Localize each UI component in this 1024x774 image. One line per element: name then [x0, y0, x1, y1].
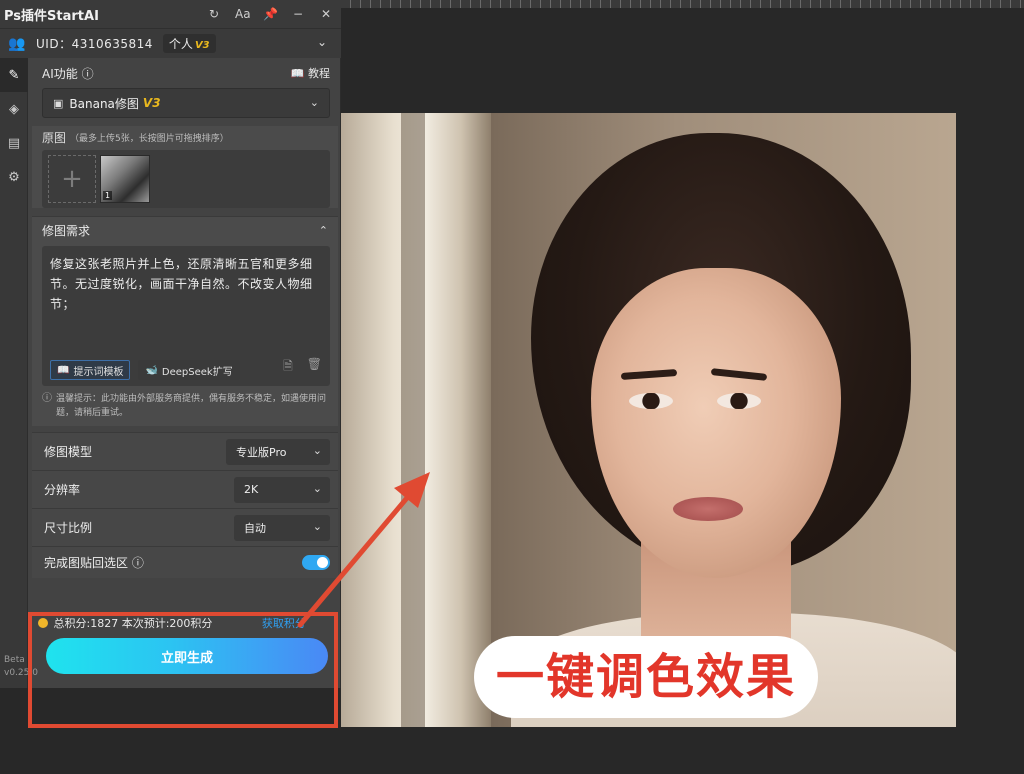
chevron-down-icon: ⌄	[309, 96, 319, 109]
horizontal-ruler	[340, 0, 1024, 8]
uid-label: UID：4310635814	[36, 37, 153, 51]
ai-function-label: AI功能	[42, 66, 78, 81]
resolution-select[interactable]: 2K ⌄	[234, 476, 330, 503]
pin-icon[interactable]: 📌	[263, 4, 278, 24]
photo-eye-right	[717, 393, 761, 409]
tier-label: 个人	[168, 37, 193, 51]
panel-sidebar: ✎ ◈ ▤ ⚙	[0, 58, 28, 688]
ai-function-select[interactable]: ▣ Banana修图 V3 ⌄	[42, 88, 330, 118]
requirement-label: 修图需求	[42, 224, 91, 238]
tip-text: 温馨提示：此功能由外部服务商提供，偶有服务不稳定，如遇使用问题，请稍后重试。	[56, 394, 327, 418]
ai-function-header: AI功能 ⓘ 📖 教程	[32, 60, 338, 86]
chevron-down-icon: ⌄	[312, 481, 322, 495]
book-icon: 📖	[57, 364, 70, 376]
model-label: 修图模型	[44, 445, 93, 459]
layers-icon[interactable]: ◈	[0, 92, 28, 126]
original-label: 原图	[42, 130, 67, 145]
deepseek-label: DeepSeek扩写	[161, 366, 233, 378]
panel-content: AI功能 ⓘ 📖 教程 ▣ Banana修图 V3 ⌄ 原图 （最多上传5张，长…	[32, 60, 338, 578]
requirement-section: 修图需求 ⌃ 修复这张老照片并上色，还原清晰五官和更多细节。无过度锐化，画面干净…	[32, 216, 338, 426]
tier-badge: 个人 V3	[162, 34, 216, 53]
requirement-text: 修复这张老照片并上色，还原清晰五官和更多细节。无过度锐化，画面干净自然。不改变人…	[50, 257, 313, 311]
canvas-photo	[341, 113, 956, 727]
paste-back-toggle[interactable]	[302, 555, 330, 570]
requirement-textarea[interactable]: 修复这张老照片并上色，还原清晰五官和更多细节。无过度锐化，画面干净自然。不改变人…	[42, 246, 330, 386]
ai-function-value: Banana修图	[69, 96, 139, 111]
model-select[interactable]: 专业版Pro ⌄	[226, 438, 330, 465]
image-icon: ▣	[53, 96, 64, 110]
settings-icon[interactable]: ⚙	[0, 160, 28, 194]
service-tip: ⓘ 温馨提示：此功能由外部服务商提供，偶有服务不稳定，如遇使用问题，请稍后重试。	[42, 392, 330, 420]
history-icon[interactable]: 🗎	[283, 357, 293, 378]
minimize-icon[interactable]: −	[291, 4, 305, 24]
model-value: 专业版Pro	[236, 445, 287, 459]
image-thumbnail[interactable]: 1	[100, 155, 150, 203]
annotation-box	[28, 612, 338, 728]
chevron-up-icon[interactable]: ⌃	[319, 224, 328, 237]
resolution-row: 分辨率 2K ⌄	[32, 470, 338, 508]
ratio-value: 自动	[244, 521, 266, 535]
plugin-panel: Ps插件StartAI ↻ Aa 📌 − ✕ 👥 UID：4310635814 …	[0, 0, 341, 688]
clipboard-icon[interactable]: ▤	[0, 126, 28, 160]
ratio-row: 尺寸比例 自动 ⌄	[32, 508, 338, 546]
prompt-template-label: 提示词模板	[73, 366, 124, 378]
panel-titlebar: Ps插件StartAI ↻ Aa 📌 − ✕	[0, 0, 341, 28]
photo-window-frame	[401, 113, 425, 727]
paste-back-label: 完成图贴回选区	[44, 556, 129, 570]
info-icon[interactable]: ⓘ	[82, 67, 94, 81]
book-icon: 📖	[290, 67, 305, 80]
titlebar-tools: ↻ Aa 📌 − ✕	[207, 4, 333, 24]
photo-eye-left	[629, 393, 673, 409]
model-row: 修图模型 专业版Pro ⌄	[32, 432, 338, 470]
tier-version: V3	[194, 40, 210, 51]
ratio-label: 尺寸比例	[44, 521, 93, 535]
ai-function-version: V3	[142, 96, 161, 110]
chevron-down-icon: ⌄	[312, 443, 322, 457]
chevron-down-icon[interactable]: ⌄	[317, 35, 327, 49]
prompt-template-button[interactable]: 📖 提示词模板	[50, 360, 131, 380]
panel-title: Ps插件StartAI	[4, 8, 99, 24]
original-image-section: 原图 （最多上传5张，长按图片可拖拽排序） + 1	[32, 126, 338, 208]
info-icon: ⓘ	[42, 393, 52, 404]
info-icon[interactable]: ⓘ	[132, 556, 144, 570]
caption-text: 一键调色效果	[496, 649, 797, 705]
resolution-label: 分辨率	[44, 483, 81, 497]
photo-lips	[673, 497, 743, 521]
font-size-icon[interactable]: Aa	[235, 4, 251, 24]
ratio-select[interactable]: 自动 ⌄	[234, 514, 330, 541]
tutorial-link[interactable]: 📖 教程	[291, 65, 330, 81]
result-caption: 一键调色效果	[478, 640, 815, 714]
chevron-down-icon: ⌄	[312, 519, 322, 533]
edit-icon[interactable]: ✎	[0, 58, 28, 92]
refresh-icon[interactable]: ↻	[207, 4, 221, 24]
photoshop-workspace: 一键调色效果 Ps插件StartAI ↻ Aa 📌 − ✕ 👥 UID：4310…	[0, 0, 1024, 774]
account-bar[interactable]: 👥 UID：4310635814 个人 V3 ⌄	[0, 28, 341, 58]
resolution-value: 2K	[244, 483, 259, 496]
original-hint: （最多上传5张，长按图片可拖拽排序）	[70, 133, 229, 144]
thumbnail-index: 1	[103, 191, 113, 200]
tutorial-label: 教程	[308, 67, 330, 80]
thumbnail-strip: + 1	[42, 150, 330, 208]
deepseek-expand-button[interactable]: 🐋 DeepSeek扩写	[138, 360, 240, 380]
paste-back-row: 完成图贴回选区 ⓘ	[32, 546, 338, 578]
trash-icon[interactable]: 🗑	[307, 357, 322, 378]
close-icon[interactable]: ✕	[319, 4, 333, 24]
add-image-button[interactable]: +	[48, 155, 96, 203]
whale-icon: 🐋	[145, 364, 158, 376]
users-icon: 👥	[8, 35, 26, 52]
